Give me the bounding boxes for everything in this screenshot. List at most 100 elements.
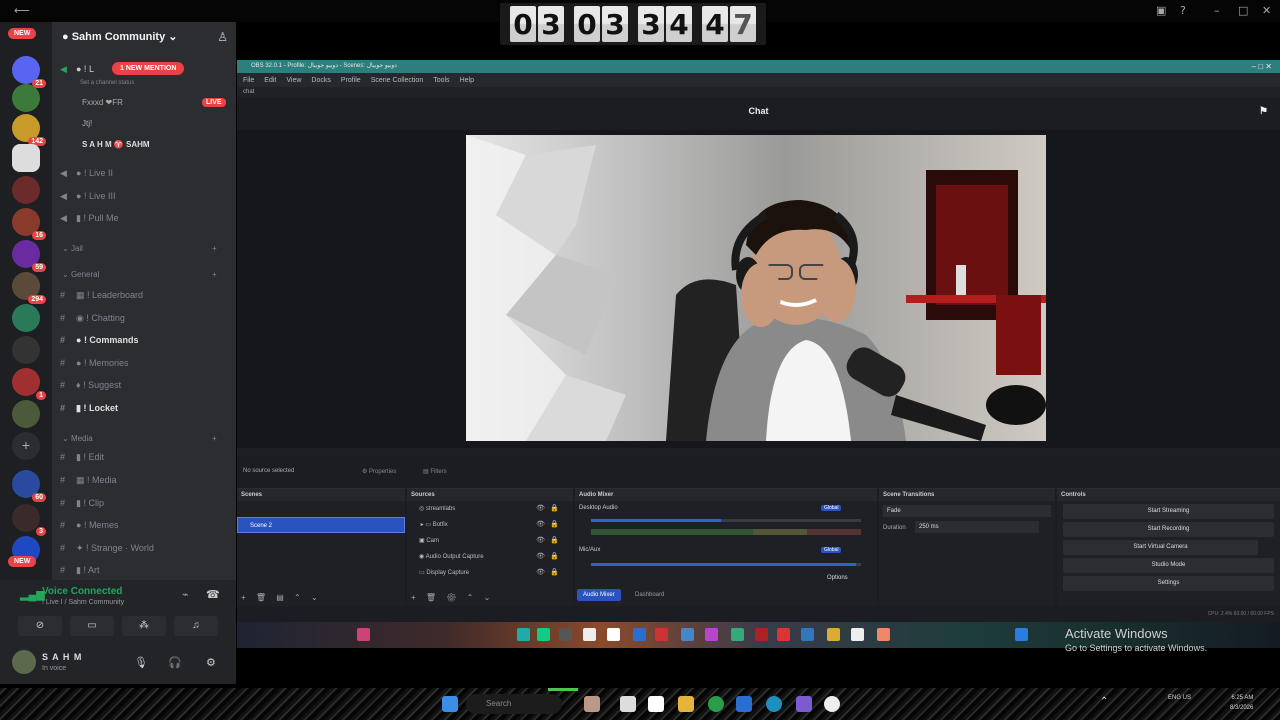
server-icon[interactable] — [12, 304, 40, 332]
mail-icon[interactable] — [736, 696, 752, 712]
app-icon[interactable] — [583, 628, 596, 641]
app-icon[interactable] — [1015, 628, 1028, 641]
app-icon[interactable] — [827, 628, 840, 641]
text-channel[interactable]: # ▮ ! Art — [60, 565, 99, 576]
add-server-icon[interactable]: + — [12, 432, 40, 460]
edge-icon[interactable] — [766, 696, 782, 712]
avatar[interactable] — [12, 650, 36, 674]
gear-icon[interactable]: ⚙ — [206, 656, 216, 669]
source-item[interactable]: ◉ Audio Output Capture 👁 🔒 — [407, 549, 573, 565]
text-channel[interactable]: # ▮ ! Edit — [60, 452, 104, 463]
server-icon[interactable] — [12, 336, 40, 364]
menu-docks[interactable]: Docks — [311, 77, 330, 84]
app-icon[interactable] — [681, 628, 694, 641]
voice-user[interactable]: S A H M ♈ SAHM — [82, 140, 150, 149]
app-icon[interactable] — [584, 696, 600, 712]
noise-suppression-icon[interactable]: ⌁ — [182, 588, 189, 601]
server-icon[interactable] — [12, 400, 40, 428]
maximize-icon[interactable]: □ — [1238, 4, 1248, 17]
category-general[interactable]: ⌄ General + — [62, 270, 217, 279]
duration-input[interactable]: 250 ms — [915, 521, 1039, 533]
window-controls-icon[interactable]: – □ ✕ — [1252, 60, 1272, 73]
app-icon[interactable] — [705, 628, 718, 641]
filters-button[interactable]: ▤ Filters — [423, 468, 447, 475]
app-icon[interactable] — [517, 628, 530, 641]
server-name[interactable]: ● Sahm Community ⌄ — [62, 30, 178, 43]
lock-icon[interactable]: 🔒 — [550, 533, 559, 549]
text-channel[interactable]: # ✦ ! Strange · World — [60, 543, 154, 554]
menu-tools[interactable]: Tools — [433, 77, 449, 84]
back-arrow-icon[interactable]: ⟵ — [14, 4, 30, 17]
app-icon[interactable] — [777, 628, 790, 641]
text-channel[interactable]: # ♦ ! Suggest — [60, 380, 121, 390]
microphone-icon[interactable]: 🎙 — [134, 656, 148, 669]
properties-button[interactable]: ⚙ Properties — [362, 468, 396, 475]
settings-button[interactable]: Settings — [1063, 576, 1274, 591]
soundboard-button[interactable]: ♫ — [174, 616, 218, 636]
menu-edit[interactable]: Edit — [264, 77, 276, 84]
close-icon[interactable]: ✕ — [1262, 4, 1271, 17]
visibility-icon[interactable]: 👁 — [536, 549, 545, 565]
app-icon[interactable] — [755, 628, 768, 641]
voice-user[interactable]: Ϝxxxd ❤FR — [82, 98, 123, 107]
app-icon[interactable] — [851, 628, 864, 641]
help-icon[interactable]: ? — [1180, 4, 1186, 17]
visibility-icon[interactable]: 👁 — [536, 533, 545, 549]
store-icon[interactable] — [648, 696, 664, 712]
start-recording-button[interactable]: Start Recording — [1063, 522, 1274, 537]
voice-channel-live-1[interactable]: ◀ ● ! L — [60, 64, 94, 75]
chat-dock-tab[interactable]: chat — [237, 87, 1280, 97]
category-jail[interactable]: ⌄ Jail + — [62, 244, 217, 253]
server-icon[interactable]: 142 — [12, 114, 46, 146]
server-icon[interactable]: 60 — [12, 470, 46, 502]
app-icon[interactable] — [801, 628, 814, 641]
folder-icon[interactable] — [678, 696, 694, 712]
source-item[interactable]: ▭ Display Capture 👁 🔒 — [407, 565, 573, 581]
lock-icon[interactable]: 🔒 — [550, 517, 559, 533]
text-channel[interactable]: # ▮ ! Clip — [60, 498, 104, 509]
transition-select[interactable]: Fade — [883, 505, 1051, 517]
chrome-icon[interactable] — [708, 696, 724, 712]
new-mention-badge[interactable]: 1 NEW MENTION — [112, 62, 185, 75]
app-icon[interactable] — [357, 628, 370, 641]
voice-channel[interactable]: ◀ ● ! Live II — [60, 168, 113, 179]
source-item[interactable]: ◎ streamlabs 👁 🔒 — [407, 501, 573, 517]
lock-icon[interactable]: 🔒 — [550, 565, 559, 581]
voice-channel[interactable]: ◀ ● ! Live III — [60, 191, 115, 202]
clock[interactable]: 6:25 AM 8/3/2026 — [1230, 693, 1253, 713]
text-channel[interactable]: # ▦ ! Media — [60, 475, 117, 486]
text-channel[interactable]: # ● ! Memories — [60, 358, 128, 368]
headphones-icon[interactable]: 🎧 — [168, 656, 182, 669]
source-item[interactable]: ▸ ▭ Botfix 👁 🔒 — [407, 517, 573, 533]
activities-button[interactable]: ⁂ — [122, 616, 166, 636]
lock-icon[interactable]: 🔒 — [550, 549, 559, 565]
text-channel[interactable]: # ● ! Commands — [60, 335, 138, 345]
preview-scrollbar[interactable] — [237, 448, 1280, 458]
server-icon[interactable] — [12, 144, 40, 172]
mixer-tab[interactable]: Audio Mixer — [577, 589, 621, 601]
visibility-icon[interactable]: 👁 — [536, 565, 545, 581]
app-icon[interactable] — [877, 628, 890, 641]
user-name[interactable]: S A H M — [42, 652, 82, 662]
app-icon[interactable] — [731, 628, 744, 641]
menu-help[interactable]: Help — [460, 77, 474, 84]
server-icon[interactable]: 3 — [12, 504, 46, 536]
menu-file[interactable]: File — [243, 77, 254, 84]
menu-profile[interactable]: Profile — [341, 77, 361, 84]
text-channel[interactable]: # ◉ ! Chatting — [60, 313, 125, 324]
scene-item[interactable] — [237, 501, 405, 517]
server-icon[interactable] — [12, 84, 40, 112]
volume-slider[interactable] — [591, 563, 861, 566]
discord-icon[interactable] — [796, 696, 812, 712]
start-streaming-button[interactable]: Start Streaming — [1063, 504, 1274, 519]
start-virtual-camera-button[interactable]: Start Virtual Camera — [1063, 540, 1258, 555]
source-item[interactable]: ▣ Cam 👁 🔒 — [407, 533, 573, 549]
disconnect-icon[interactable]: ☎ — [206, 588, 220, 601]
text-channel[interactable]: # ▮ ! Locket — [60, 403, 118, 414]
task-view-icon[interactable] — [620, 696, 636, 712]
screenshare-button[interactable]: ▭ — [70, 616, 114, 636]
minimize-icon[interactable]: – — [1214, 4, 1220, 17]
voice-channel-label[interactable]: ! Live I / Sahm Community — [42, 599, 124, 606]
dashboard-tab[interactable]: Dashboard — [629, 589, 670, 601]
volume-slider[interactable] — [591, 519, 861, 522]
